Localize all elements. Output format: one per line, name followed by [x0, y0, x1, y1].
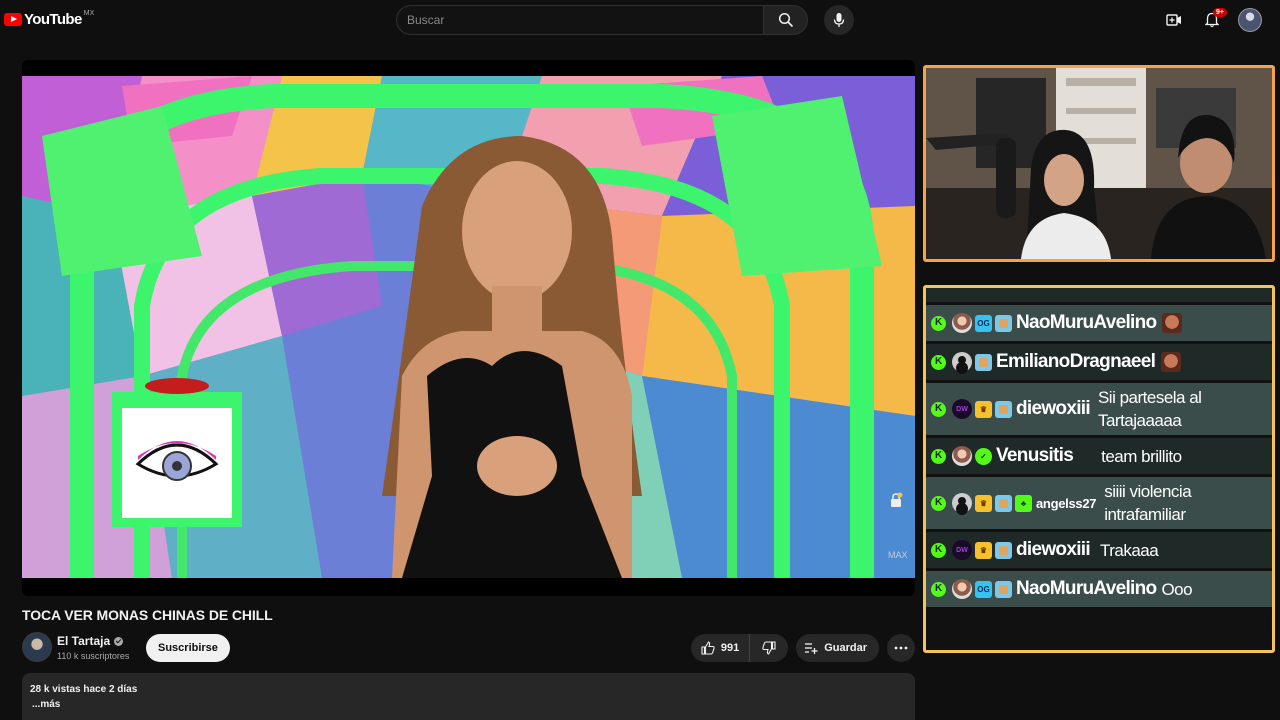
kick-icon — [931, 401, 946, 417]
kick-icon — [931, 495, 946, 511]
search-button[interactable] — [764, 5, 808, 35]
chat-message: DW ♛ diewoxiii Sii partesela al Tartajaa… — [926, 383, 1272, 435]
gift-badge-icon — [995, 400, 1012, 418]
chat-username[interactable]: NaoMuruAvelino — [1016, 312, 1157, 334]
chat-message: ✓ Venusitis team brillito — [926, 438, 1272, 474]
chat-username[interactable]: angelss27 — [1036, 496, 1096, 511]
chat-message: DW ♛ diewoxiii Trakaaa — [926, 532, 1272, 568]
chat-message-text: team brillito — [1101, 446, 1182, 466]
logo-country-code: MX — [83, 10, 95, 17]
top-bar: YouTube MX Buscar 9+ — [0, 0, 1280, 40]
og-badge-icon: OG — [975, 580, 992, 598]
more-actions-button[interactable] — [887, 634, 915, 662]
dislike-button[interactable] — [750, 634, 788, 662]
chat-row-partial — [926, 288, 1272, 302]
kick-icon — [931, 315, 946, 331]
save-label: Guardar — [824, 642, 867, 654]
chat-message: ♛ ♣ angelss27 siiii violencia intrafamil… — [926, 477, 1272, 529]
like-dislike-group: 991 — [690, 634, 789, 662]
subscribe-button[interactable]: Suscribirse — [146, 634, 230, 662]
logo-text: YouTube — [24, 11, 82, 28]
kick-icon — [931, 354, 946, 370]
verified-badge-icon: ✓ — [975, 447, 992, 465]
youtube-logo[interactable]: YouTube MX — [4, 10, 95, 28]
gift-green-badge-icon: ♣ — [1015, 494, 1032, 512]
emote-icon — [1161, 352, 1182, 372]
chat-username[interactable]: diewoxiii — [1016, 398, 1091, 420]
channel-name[interactable]: El Tartaja — [57, 634, 124, 648]
gift-badge-icon — [995, 314, 1012, 332]
description-box[interactable]: 28 k vistas hace 2 días ...más — [22, 673, 915, 720]
gift-badge-icon — [995, 580, 1012, 598]
voice-search-button[interactable] — [824, 5, 854, 35]
user-avatar — [952, 313, 972, 333]
chat-username[interactable]: diewoxiii — [1016, 539, 1091, 561]
chat-message-text: Trakaaa — [1099, 540, 1159, 560]
notifications-button[interactable]: 9+ — [1200, 6, 1227, 34]
webcam-frame — [926, 68, 1272, 259]
video-frame — [22, 76, 915, 578]
chat-message: OG NaoMuruAvelino Ooo — [926, 571, 1272, 607]
chat-username[interactable]: EmilianoDragnaeel — [996, 351, 1156, 373]
video-player[interactable]: MAX — [22, 60, 915, 596]
kick-icon — [931, 448, 946, 464]
gift-badge-icon — [995, 541, 1012, 559]
user-avatar — [952, 446, 972, 466]
thumbs-up-icon — [701, 641, 715, 655]
channel-avatar[interactable] — [22, 632, 52, 662]
channel-watermark: MAX — [888, 550, 908, 560]
like-count: 991 — [720, 642, 740, 654]
account-avatar[interactable] — [1238, 8, 1262, 32]
og-badge-icon: OG — [975, 314, 992, 332]
crown-badge-icon: ♛ — [975, 400, 992, 418]
channel-row: El Tartaja 110 k suscriptores Suscribirs… — [22, 632, 915, 664]
chat-message: EmilianoDragnaeel — [926, 344, 1272, 380]
view-count-and-date: 28 k vistas hace 2 días — [30, 684, 138, 695]
lock-icon — [889, 492, 903, 513]
default-avatar-icon — [952, 493, 972, 513]
chat-message-text: Ooo — [1161, 579, 1193, 599]
save-button[interactable]: Guardar — [796, 634, 879, 662]
show-more-link[interactable]: ...más — [32, 699, 60, 710]
playlist-add-icon — [805, 643, 818, 654]
chat-username[interactable]: NaoMuruAvelino — [1016, 578, 1157, 600]
chat-username[interactable]: Venusitis — [996, 445, 1074, 467]
like-button[interactable]: 991 — [691, 634, 751, 662]
crown-badge-icon: ♛ — [975, 494, 992, 512]
more-horizontal-icon — [894, 646, 908, 650]
chat-message: OG NaoMuruAvelino — [926, 305, 1272, 341]
microphone-icon — [833, 13, 845, 27]
subscriber-count: 110 k suscriptores — [57, 651, 130, 661]
webcam-overlay — [923, 65, 1275, 262]
search-input[interactable] — [396, 5, 764, 35]
user-avatar: DW — [952, 399, 972, 419]
create-button[interactable] — [1162, 6, 1186, 34]
video-title: TOCA VER MONAS CHINAS DE CHILL — [22, 607, 273, 623]
gift-badge-icon — [995, 494, 1012, 512]
youtube-play-icon — [4, 13, 22, 26]
video-camera-add-icon — [1166, 14, 1181, 26]
search-bar — [396, 5, 808, 35]
emote-icon — [1162, 313, 1183, 333]
chat-message-text: Sii partesela al Tartajaaaaa — [1097, 388, 1202, 430]
user-avatar — [952, 579, 972, 599]
kick-icon — [931, 581, 946, 597]
chat-overlay: OG NaoMuruAvelino EmilianoDragnaeel DW ♛… — [923, 285, 1275, 653]
user-avatar: DW — [952, 540, 972, 560]
search-icon — [778, 12, 793, 28]
notification-badge: 9+ — [1213, 8, 1227, 17]
kick-icon — [931, 542, 946, 558]
verified-icon — [114, 637, 124, 646]
chat-message-text: siiii violencia intrafamiliar — [1104, 482, 1192, 524]
channel-name-text: El Tartaja — [57, 634, 111, 648]
thumbs-down-icon — [762, 641, 776, 655]
video-actions: 991 Guardar — [690, 634, 915, 662]
gift-badge-icon — [975, 353, 992, 371]
default-avatar-icon — [952, 352, 972, 372]
header-actions: 9+ — [1162, 6, 1262, 34]
crown-badge-icon: ♛ — [975, 541, 992, 559]
